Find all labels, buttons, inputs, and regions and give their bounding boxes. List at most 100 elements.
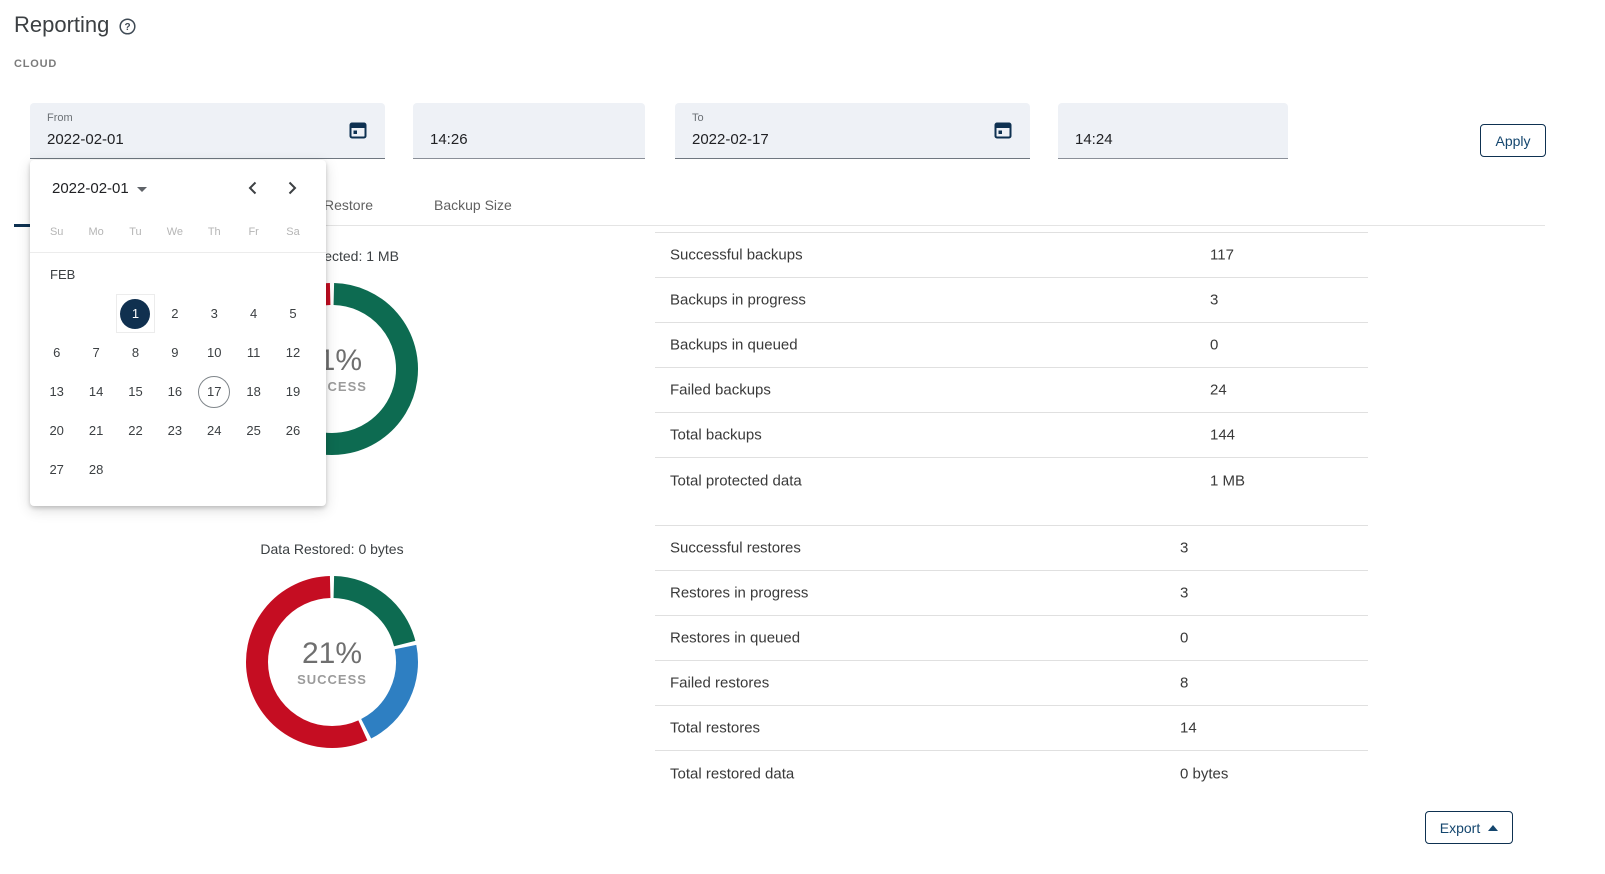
help-icon[interactable]: ? — [119, 18, 136, 35]
from-field-value: 2022-02-01 — [47, 131, 124, 148]
day-cell-6[interactable]: 6 — [37, 333, 76, 372]
date-picker-popup: 2022-02-01 SuMoTuWeThFrSa FEB 1234567891… — [30, 160, 326, 506]
day-cell-4[interactable]: 4 — [234, 294, 273, 333]
day-cell-15[interactable]: 15 — [116, 372, 155, 411]
stat-label: Total restores — [670, 720, 760, 737]
day-cell-13[interactable]: 13 — [37, 372, 76, 411]
stat-label: Failed restores — [670, 675, 769, 692]
table-row: Restores in progress 3 — [655, 571, 1368, 616]
table-row: Backups in progress 3 — [655, 278, 1368, 323]
day-cell-11[interactable]: 11 — [234, 333, 273, 372]
stat-label: Failed backups — [670, 382, 771, 399]
section-label: CLOUD — [14, 58, 57, 70]
day-cell-25[interactable]: 25 — [234, 411, 273, 450]
day-cell-24[interactable]: 24 — [195, 411, 234, 450]
stat-value: 8 — [1180, 675, 1188, 692]
day-cell-9[interactable]: 9 — [155, 333, 194, 372]
stat-label: Successful backups — [670, 247, 803, 264]
stat-value: 0 — [1210, 337, 1218, 354]
calendar-weekday-row: SuMoTuWeThFrSa — [30, 226, 326, 253]
chevron-down-icon — [137, 187, 147, 192]
calendar-icon[interactable] — [993, 120, 1013, 145]
day-cell-21[interactable]: 21 — [76, 411, 115, 450]
weekday-label: We — [155, 226, 194, 238]
stat-value: 117 — [1210, 247, 1234, 264]
previous-month-button[interactable] — [241, 176, 265, 200]
day-cell-8[interactable]: 8 — [116, 333, 155, 372]
stat-value: 0 — [1180, 630, 1188, 647]
tab-backup-size[interactable]: Backup Size — [434, 185, 512, 225]
table-row: Successful restores 3 — [655, 526, 1368, 571]
weekday-label: Tu — [116, 226, 155, 238]
date-picker-header: 2022-02-01 — [30, 160, 326, 200]
day-cell-2[interactable]: 2 — [155, 294, 194, 333]
backup-stats-table: Successful backups 117 Backups in progress… — [655, 232, 1368, 503]
weekday-label: Su — [37, 226, 76, 238]
day-cell-17[interactable]: 17 — [195, 372, 234, 411]
day-cell-12[interactable]: 12 — [273, 333, 312, 372]
chevron-right-icon — [280, 176, 304, 200]
stat-label: Successful restores — [670, 540, 801, 557]
day-cell-16[interactable]: 16 — [155, 372, 194, 411]
day-cell-18[interactable]: 18 — [234, 372, 273, 411]
day-cell-1[interactable]: 1 — [116, 294, 155, 333]
table-row: Total backups 144 — [655, 413, 1368, 458]
day-cell-22[interactable]: 22 — [116, 411, 155, 450]
stat-label: Backups in queued — [670, 337, 798, 354]
restore-donut-chart: Data Restored: 0 bytes 21% SUCCESS — [237, 539, 427, 757]
export-button[interactable]: Export — [1425, 811, 1513, 844]
day-cell-19[interactable]: 19 — [273, 372, 312, 411]
restore-chart-title: Data Restored: 0 bytes — [202, 539, 462, 559]
to-date-field[interactable]: To 2022-02-17 — [675, 103, 1030, 159]
day-cell-23[interactable]: 23 — [155, 411, 194, 450]
table-row: Total protected data 1 MB — [655, 458, 1368, 503]
calendar-icon[interactable] — [348, 120, 368, 145]
donut-segment-restores-in-progress — [366, 647, 407, 729]
next-month-button[interactable] — [280, 176, 304, 200]
calendar-month-label: FEB — [30, 267, 326, 283]
stat-value: 1 MB — [1210, 472, 1245, 489]
day-cell-14[interactable]: 14 — [76, 372, 115, 411]
from-date-field[interactable]: From 2022-02-01 — [30, 103, 385, 159]
stat-value: 3 — [1210, 292, 1218, 309]
day-cell-10[interactable]: 10 — [195, 333, 234, 372]
page-title: Reporting ? — [14, 12, 136, 38]
stats-section: Successful backups 117 Backups in progress… — [655, 232, 1368, 796]
stat-label: Total restored data — [670, 765, 794, 782]
stat-value: 144 — [1210, 427, 1235, 444]
month-selector-button[interactable]: 2022-02-01 — [52, 180, 147, 197]
caret-up-icon — [1488, 825, 1498, 831]
restore-donut — [237, 567, 427, 757]
from-time-field[interactable]: 14:26 — [413, 103, 645, 159]
day-cell-28[interactable]: 28 — [76, 450, 115, 489]
stat-label: Total backups — [670, 427, 762, 444]
table-row: Total restores 14 — [655, 706, 1368, 751]
to-field-value: 2022-02-17 — [692, 131, 769, 148]
table-row: Restores in queued0 — [655, 616, 1368, 661]
tab-restore[interactable]: Restore — [324, 185, 373, 225]
day-cell-26[interactable]: 26 — [273, 411, 312, 450]
day-cell-3[interactable]: 3 — [195, 294, 234, 333]
from-time-value: 14:26 — [430, 131, 468, 148]
table-row: Failed backups24 — [655, 368, 1368, 413]
day-cell-5[interactable]: 5 — [273, 294, 312, 333]
table-row: Backups in queued 0 — [655, 323, 1368, 368]
day-cell-27[interactable]: 27 — [37, 450, 76, 489]
stat-value: 3 — [1180, 585, 1188, 602]
day-cell-7[interactable]: 7 — [76, 333, 115, 372]
export-button-label: Export — [1440, 820, 1480, 836]
day-cell-20[interactable]: 20 — [37, 411, 76, 450]
stat-label: Backups in progress — [670, 292, 806, 309]
stat-label: Restores in progress — [670, 585, 808, 602]
calendar-day-grid: 1234567891011121314151617181920212223242… — [30, 294, 326, 489]
table-row: Total restored data0 bytes — [655, 751, 1368, 796]
to-time-field[interactable]: 14:24 — [1058, 103, 1288, 159]
apply-button[interactable]: Apply — [1480, 124, 1546, 157]
empty-day-cell — [76, 294, 115, 333]
stat-value: 3 — [1180, 540, 1188, 557]
table-row: Successful backups 117 — [655, 233, 1368, 278]
page-title-text: Reporting — [14, 12, 109, 38]
chevron-left-icon — [241, 176, 265, 200]
stat-value: 14 — [1180, 720, 1197, 737]
stat-label: Total protected data — [670, 472, 802, 489]
